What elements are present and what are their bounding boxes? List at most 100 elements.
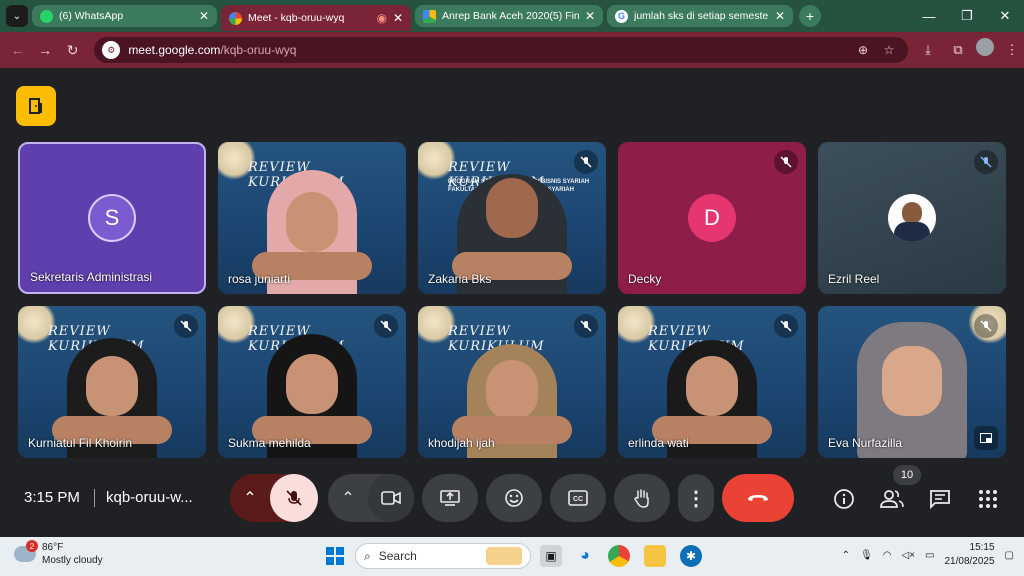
svg-text:CC: CC [573,496,583,503]
tab-whatsapp[interactable]: (6) WhatsApp ✕ [32,5,217,27]
minimize-button[interactable]: — [910,0,948,32]
menu-kebab-icon[interactable]: ⋮ [1000,38,1024,62]
zoom-icon[interactable]: ⊕ [852,43,874,57]
participant-name: Zakaria Bks [428,272,492,286]
mic-toggle-button[interactable] [270,474,318,522]
mic-off-icon [974,314,998,338]
notification-icon[interactable]: ▢ [1005,550,1014,561]
volume-muted-icon[interactable]: ◁× [902,550,916,561]
mic-off-icon [286,490,302,506]
profile-avatar[interactable] [976,38,994,56]
taskbar-search[interactable]: ⌕ Search [355,543,531,569]
tab-meet[interactable]: Meet - kqb-oruu-wyq ◉ ✕ [221,5,411,31]
participant-tile[interactable]: REVIEW KURIKULUM Sukma mehilda [218,306,406,458]
wifi-icon[interactable]: ◠ [883,550,892,561]
meeting-time: 3:15 PM [24,489,80,506]
meeting-apps-button[interactable] [16,86,56,126]
chevron-up-icon[interactable]: ⌃ [842,550,850,561]
close-tab-icon[interactable]: ✕ [199,9,209,23]
participant-name: Sekretaris Administrasi [30,270,153,284]
participant-tile[interactable]: Eva Nurfazilla [818,306,1006,458]
app-icon[interactable]: ✱ [680,545,702,567]
participant-tile[interactable]: REVIEW KURIKULUM erlinda wati [618,306,806,458]
participant-name: Decky [628,272,662,286]
participant-tile[interactable]: REVIEW KURIKULUM PROGRAM STUDI MANAJEMEN… [418,142,606,294]
site-info-icon[interactable]: ⚙ [102,41,121,59]
window-controls: — ❐ ✕ [910,0,1024,32]
meet-icon [229,11,242,25]
activities-button[interactable] [975,486,1001,512]
close-tab-icon[interactable]: ✕ [585,9,595,23]
tab-google[interactable]: G jumlah sks di setiap semester - ✕ [607,5,793,27]
weather-condition: Mostly cloudy [42,555,103,566]
participant-tile[interactable]: Ezril Reel [818,142,1006,294]
download-icon[interactable]: ⤓ [916,38,940,62]
file-explorer-icon[interactable] [644,545,666,567]
end-call-icon [748,495,768,501]
chat-icon [930,490,950,509]
participant-tile[interactable]: S Sekretaris Administrasi [18,142,206,294]
camera-control-group: ⌃ [328,474,414,522]
close-window-button[interactable]: ✕ [986,0,1024,32]
chevron-down-icon: ⌄ [12,10,22,22]
participant-name: erlinda wati [628,436,689,450]
new-tab-button[interactable]: + [799,5,821,27]
camera-options-button[interactable]: ⌃ [328,474,368,522]
picture-in-picture-icon[interactable] [974,426,998,450]
participant-tile[interactable]: REVIEW KURIKULUM Kurniatul Fil Khoirin [18,306,206,458]
present-screen-button[interactable] [422,474,478,522]
battery-icon[interactable]: ▭ [925,550,934,561]
tab-drive[interactable]: Anrep Bank Aceh 2020(5) Final.x ✕ [415,5,603,27]
people-button[interactable] [879,486,905,512]
taskbar-clock[interactable]: 15:15 21/08/2025 [944,541,994,569]
back-button[interactable]: ← [4,36,31,64]
close-tab-icon[interactable]: ✕ [393,11,403,25]
search-icon: ⌕ [364,548,371,563]
present-icon [440,490,460,506]
meeting-details-button[interactable] [831,486,857,512]
bookmark-star-icon[interactable]: ☆ [878,43,900,57]
url-host: meet.google.com [128,43,221,57]
mic-off-icon [574,314,598,338]
reload-button[interactable]: ↻ [59,36,86,64]
address-bar[interactable]: ⚙ meet.google.com /kqb-oruu-wyq ⊕ ☆ [94,37,908,63]
mic-options-button[interactable]: ⌃ [230,474,270,522]
forward-button[interactable]: → [31,36,58,64]
more-options-button[interactable]: ⋮ [678,474,714,522]
raise-hand-button[interactable] [614,474,670,522]
extensions-icon[interactable]: ⧉ [946,38,970,62]
weather-widget[interactable]: 2 86°F Mostly cloudy [14,540,103,567]
browser-toolbar: ← → ↻ ⚙ meet.google.com /kqb-oruu-wyq ⊕ … [0,32,1024,68]
participant-name: khodijah ijah [428,436,495,450]
chevron-up-icon: ⌃ [243,490,257,507]
mic-control-group: ⌃ [230,474,318,522]
mic-off-icon [174,314,198,338]
participant-avatar: D [688,194,736,242]
clock-time: 15:15 [969,542,995,553]
participant-tile[interactable]: REVIEW KURIKULUM rosa juniarti [218,142,406,294]
captions-button[interactable]: CC [550,474,606,522]
leave-call-button[interactable] [722,474,794,522]
reactions-button[interactable] [486,474,542,522]
participant-count-badge: 10 [893,465,921,485]
windows-taskbar: 2 86°F Mostly cloudy ⌕ Search ▣ ◕ ✱ ⌃ 🎙 … [0,537,1024,576]
microphone-icon[interactable]: 🎙 [860,550,873,561]
search-placeholder: Search [378,549,417,563]
tab-search-button[interactable]: ⌄ [6,5,28,27]
apps-grid-icon [979,490,997,508]
participant-name: Sukma mehilda [228,436,311,450]
participant-tile[interactable]: REVIEW KURIKULUM khodijah ijah [418,306,606,458]
restore-button[interactable]: ❐ [948,0,986,32]
camera-toggle-button[interactable] [368,474,414,522]
task-view-icon[interactable]: ▣ [540,545,562,567]
participant-name: Ezril Reel [828,272,880,286]
participant-photo [888,194,936,242]
windows-logo-icon [326,547,344,565]
edge-icon[interactable]: ◕ [574,545,596,567]
close-tab-icon[interactable]: ✕ [775,9,785,23]
chat-button[interactable] [927,486,953,512]
mic-off-icon [574,150,598,174]
start-button[interactable] [324,545,346,567]
chrome-icon[interactable] [608,545,630,567]
participant-tile[interactable]: D Decky [618,142,806,294]
